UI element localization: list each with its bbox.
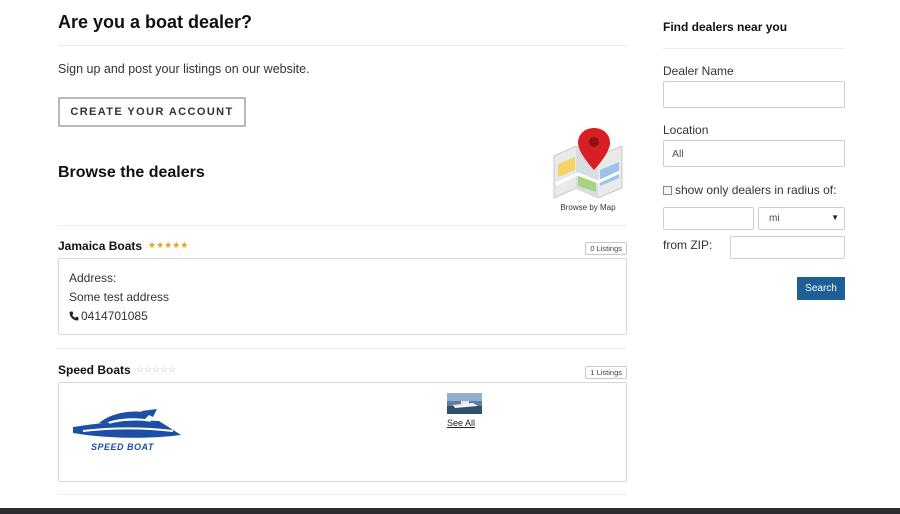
browse-by-map-label: Browse by Map — [560, 203, 616, 212]
dealer-name-input[interactable] — [663, 81, 845, 108]
address-value: Some test address — [69, 290, 170, 304]
create-account-button[interactable]: CREATE YOUR ACCOUNT — [58, 97, 246, 127]
divider — [58, 45, 627, 46]
dealer-question-heading: Are you a boat dealer? — [58, 12, 253, 32]
signup-text: Sign up and post your listings on our we… — [58, 62, 310, 76]
location-label: Location — [663, 123, 709, 137]
map-pin-icon — [553, 128, 623, 199]
unit-select-value: mi — [769, 213, 780, 224]
listings-count-badge[interactable]: 1 Listings — [585, 366, 627, 379]
phone-icon — [69, 310, 79, 324]
footer-bar — [0, 508, 900, 514]
browse-by-map-link[interactable]: Browse by Map — [548, 126, 628, 216]
sidebar-title: Find dealers near you — [663, 20, 788, 34]
zip-input[interactable] — [730, 236, 845, 259]
divider — [58, 348, 627, 349]
star-rating: ☆☆☆☆☆ — [136, 364, 177, 374]
unit-select[interactable]: mi ▼ — [758, 207, 845, 230]
radius-input[interactable] — [663, 207, 754, 230]
radius-label: show only dealers in radius of: — [675, 183, 837, 197]
search-button[interactable]: Search — [797, 277, 845, 300]
divider — [663, 48, 845, 49]
listings-count-badge[interactable]: 0 Listings — [585, 242, 627, 255]
dealer-logo[interactable]: SPEED BOAT — [69, 409, 185, 457]
zip-label: from ZIP: — [663, 238, 713, 252]
phone-line: 0414701085 — [69, 309, 148, 324]
location-input[interactable]: All — [663, 140, 845, 167]
dealer-name-speed-boats[interactable]: Speed Boats — [58, 363, 131, 377]
listing-thumbnail[interactable] — [447, 393, 482, 414]
dealer-name-jamaica-boats[interactable]: Jamaica Boats — [58, 239, 142, 253]
address-label: Address: — [69, 271, 117, 285]
radius-checkbox[interactable] — [663, 186, 672, 195]
dealer-info-box: Address: Some test address 0414701085 — [58, 258, 627, 335]
speed-boat-logo-icon — [73, 409, 181, 438]
phone-number: 0414701085 — [81, 309, 148, 323]
star-rating: ★★★★★ — [148, 240, 189, 250]
dealer-info-box: SPEED BOAT See All — [58, 382, 627, 482]
divider — [58, 225, 627, 226]
speed-boat-logo-text: SPEED BOAT — [91, 442, 154, 452]
divider — [58, 494, 627, 495]
see-all-link[interactable]: See All — [447, 418, 475, 428]
dealer-name-label: Dealer Name — [663, 64, 734, 78]
browse-dealers-heading: Browse the dealers — [58, 164, 205, 181]
chevron-down-icon: ▼ — [831, 213, 839, 222]
